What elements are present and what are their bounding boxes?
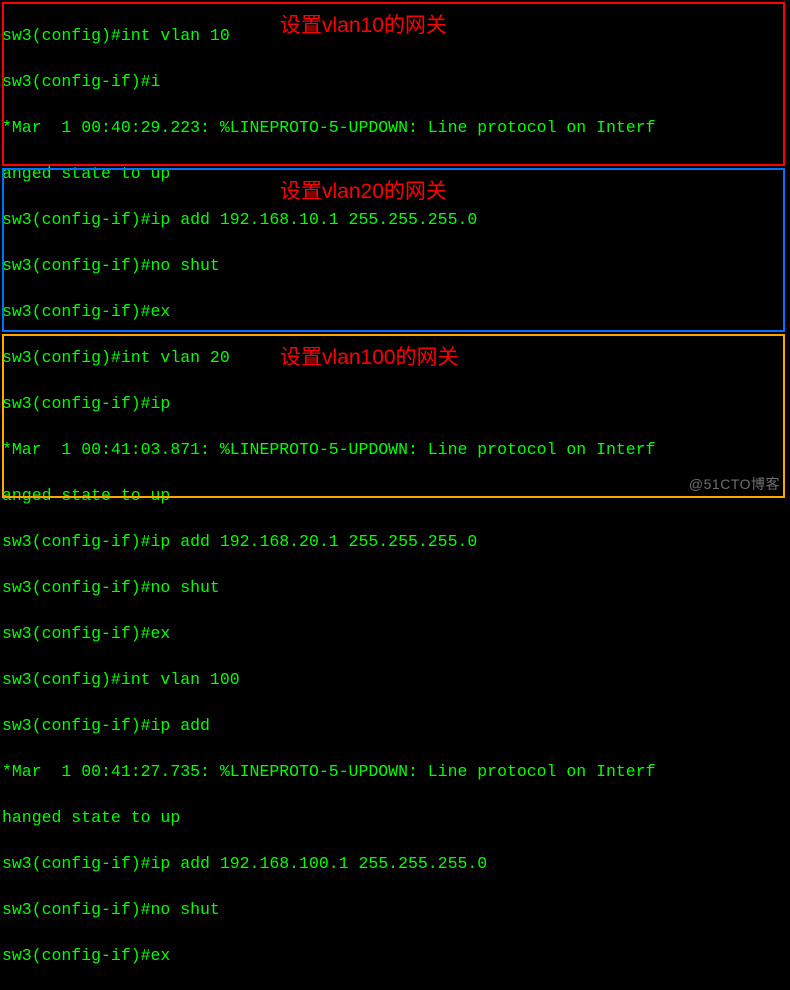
- cli-line: sw3(config-if)#no shut: [2, 576, 656, 599]
- cli-line: sw3(config-if)#ip add 192.168.10.1 255.2…: [2, 208, 656, 231]
- annotation-vlan20: 设置vlan20的网关: [280, 180, 447, 203]
- cli-line: sw3(config-if)#ip add 192.168.100.1 255.…: [2, 852, 656, 875]
- terminal-output: sw3(config)#int vlan 10 sw3(config-if)#i…: [2, 1, 656, 990]
- annotation-vlan10: 设置vlan10的网关: [280, 14, 447, 37]
- cli-line: sw3(config-if)#ex: [2, 944, 656, 967]
- cli-line: *Mar 1 00:41:27.735: %LINEPROTO-5-UPDOWN…: [2, 760, 656, 783]
- cli-line: hanged state to up: [2, 806, 656, 829]
- annotation-vlan100: 设置vlan100的网关: [280, 346, 459, 369]
- cli-line: sw3(config-if)#no shut: [2, 898, 656, 921]
- cli-line: *Mar 1 00:41:03.871: %LINEPROTO-5-UPDOWN…: [2, 438, 656, 461]
- cli-line: sw3(config-if)#i: [2, 70, 656, 93]
- cli-line: *Mar 1 00:40:29.223: %LINEPROTO-5-UPDOWN…: [2, 116, 656, 139]
- cli-line: sw3(config-if)#ex: [2, 622, 656, 645]
- cli-line: sw3(config-if)#ip add: [2, 714, 656, 737]
- cli-line: sw3(config-if)#ex: [2, 300, 656, 323]
- cli-line: sw3(config-if)#no shut: [2, 254, 656, 277]
- cli-line: sw3(config)#int vlan 100: [2, 668, 656, 691]
- cli-line: sw3(config-if)#ip add 192.168.20.1 255.2…: [2, 530, 656, 553]
- cli-line: sw3(config-if)#ip: [2, 392, 656, 415]
- watermark: @51CTO博客: [689, 473, 780, 496]
